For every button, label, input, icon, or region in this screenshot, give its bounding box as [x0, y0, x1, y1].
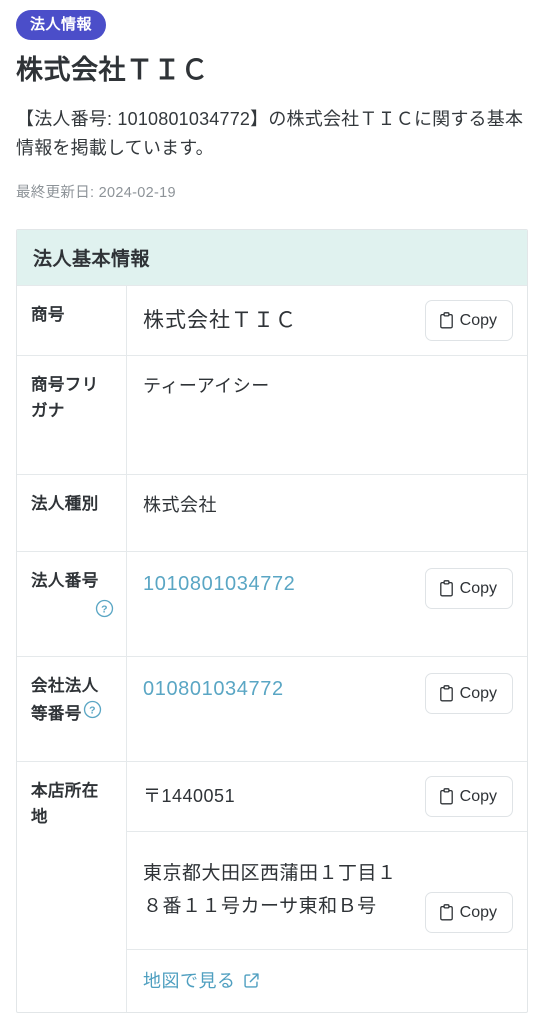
help-circle-icon[interactable]: ?: [31, 599, 114, 618]
row-label: 法人種別: [17, 475, 127, 552]
value-line: 010801034772 Copy: [127, 657, 527, 761]
table-row: 法人番号 ? 1010801034772 Copy: [17, 551, 527, 657]
copy-button-label: Copy: [459, 311, 497, 329]
category-badge: 法人情報: [16, 10, 107, 40]
row-label: 会社法人等番号?: [17, 657, 127, 762]
postal-code-text: 〒1440051: [143, 786, 236, 807]
last-updated-text: 最終更新日: 2024-02-19: [16, 185, 176, 202]
copy-button-label: Copy: [459, 684, 497, 702]
table-caption: 法人基本情報: [17, 230, 527, 286]
row-label-text: 法人番号: [31, 572, 99, 591]
row-label-text: 商号: [31, 306, 65, 325]
clipboard-icon: [439, 580, 454, 597]
postal-code-line: 〒1440051 Copy: [127, 762, 527, 831]
row-label-text: 本店所在地: [31, 782, 99, 826]
help-circle-icon[interactable]: ?: [83, 700, 102, 719]
copy-button-label: Copy: [459, 579, 497, 597]
view-on-map-link[interactable]: 地図で見る: [143, 967, 260, 993]
svg-text:?: ?: [89, 705, 96, 716]
row-value-cell: 1010801034772 Copy: [127, 552, 527, 656]
row-label-text: 法人種別: [31, 495, 99, 514]
copy-button[interactable]: Copy: [424, 892, 513, 934]
table-row-address: 本店所在地 〒1440051 Copy 東京都大田区西蒲田１丁目１８番１１号カー…: [17, 761, 527, 1013]
street-address-text: 東京都大田区西蒲田１丁目１８番１１号カーサ東和Ｂ号: [143, 863, 397, 917]
row-value-text: ティーアイシー: [143, 376, 270, 397]
table-row: 商号フリガナ ティーアイシー: [17, 355, 527, 475]
clipboard-icon: [439, 788, 454, 805]
table-row: 会社法人等番号? 010801034772 Copy: [17, 656, 527, 762]
street-address-line: 東京都大田区西蒲田１丁目１８番１１号カーサ東和Ｂ号 Copy: [127, 831, 527, 949]
company-info-page: 法人情報 株式会社ＴＩＣ 【法人番号: 1010801034772】の株式会社Ｔ…: [0, 0, 544, 1014]
external-link-icon: [243, 972, 260, 989]
copy-button-label: Copy: [459, 787, 497, 805]
row-value-cell: 株式会社: [127, 475, 527, 551]
page-description: 【法人番号: 1010801034772】の株式会社ＴＩＣに関する基本情報を掲載…: [16, 108, 524, 159]
row-value-cell: ティーアイシー: [127, 356, 527, 474]
value-line: 株式会社ＴＩＣ Copy: [127, 286, 527, 355]
row-value-cell: 〒1440051 Copy 東京都大田区西蒲田１丁目１８番１１号カーサ東和Ｂ号: [127, 762, 527, 1012]
row-value-text[interactable]: 1010801034772: [143, 568, 295, 600]
table-row: 法人種別 株式会社: [17, 474, 527, 552]
basic-info-table: 法人基本情報 商号 株式会社ＴＩＣ Copy 商号フリガナ ティーアイシー 法人…: [16, 229, 528, 1014]
row-value-text: 株式会社ＴＩＣ: [143, 308, 297, 332]
row-value-cell: 株式会社ＴＩＣ Copy: [127, 286, 527, 355]
row-value-text[interactable]: 010801034772: [143, 673, 284, 705]
table-row: 商号 株式会社ＴＩＣ Copy: [17, 285, 527, 356]
copy-button[interactable]: Copy: [424, 568, 513, 610]
row-label: 商号フリガナ: [17, 356, 127, 475]
value-line: 1010801034772 Copy: [127, 552, 527, 656]
row-value-text: 株式会社: [143, 495, 217, 516]
copy-button-label: Copy: [459, 903, 497, 921]
value-line: 株式会社: [127, 475, 527, 551]
row-label: 法人番号 ?: [17, 552, 127, 657]
copy-button[interactable]: Copy: [424, 776, 513, 818]
row-label-text: 商号フリガナ: [31, 376, 99, 420]
value-line: ティーアイシー: [127, 356, 527, 474]
clipboard-icon: [439, 312, 454, 329]
copy-button[interactable]: Copy: [424, 300, 513, 342]
row-value-cell: 010801034772 Copy: [127, 657, 527, 761]
row-label: 商号: [17, 286, 127, 356]
clipboard-icon: [439, 685, 454, 702]
row-label: 本店所在地: [17, 762, 127, 1013]
page-title: 株式会社ＴＩＣ: [16, 55, 209, 85]
page-header: 法人情報 株式会社ＴＩＣ 【法人番号: 1010801034772】の株式会社Ｔ…: [0, 0, 544, 202]
copy-button[interactable]: Copy: [424, 673, 513, 715]
map-link-label: 地図で見る: [143, 971, 236, 992]
map-link-line: 地図で見る: [127, 949, 527, 1012]
clipboard-icon: [439, 904, 454, 921]
svg-text:?: ?: [101, 604, 108, 615]
